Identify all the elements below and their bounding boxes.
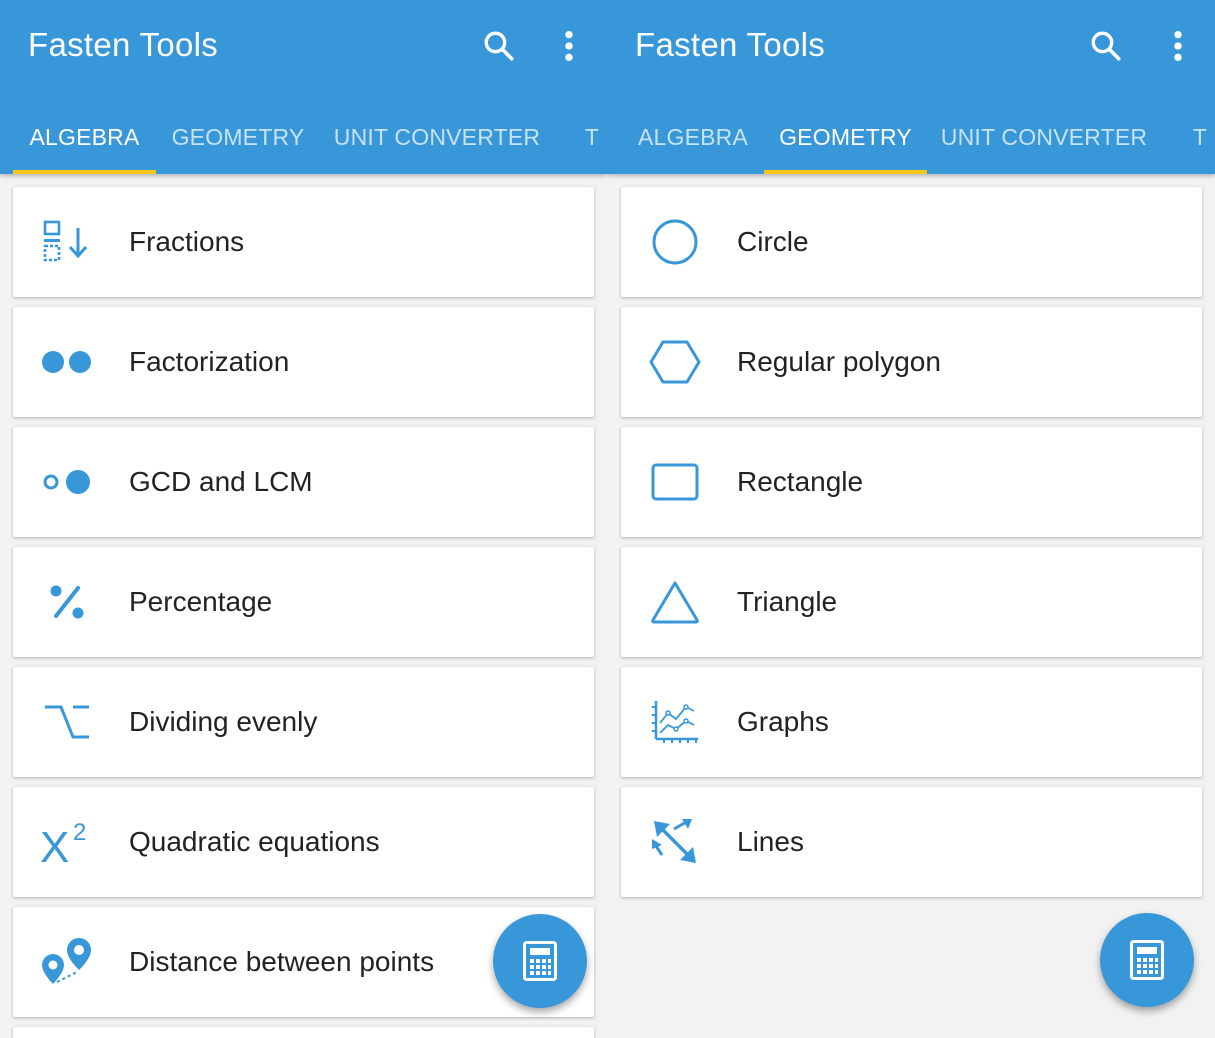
calculator-icon (523, 941, 557, 981)
tab-label: ALGEBRA (29, 123, 140, 150)
list-item-graphs[interactable]: Graphs (621, 667, 1202, 777)
dividing-icon (45, 705, 89, 739)
item-label: Graphs (737, 706, 829, 737)
triangle-icon (651, 581, 699, 624)
gcd-lcm-icon (43, 470, 90, 494)
tab-unit-converter[interactable]: UNIT CONVERTER (326, 100, 548, 174)
item-label: Dividing evenly (129, 706, 318, 737)
tab-bar: ALGEBRA GEOMETRY UNIT CONVERTER T (607, 100, 1215, 174)
tool-list: Circle Regular polygon Rectangle Triangl… (621, 187, 1202, 907)
fractions-icon (43, 220, 88, 262)
overflow-menu-button[interactable] (545, 22, 593, 70)
factorization-icon (42, 351, 91, 373)
more-vert-icon (565, 30, 573, 62)
item-label: Lines (737, 826, 804, 857)
tab-label: UNIT CONVERTER (940, 123, 1148, 150)
app-title: Fasten Tools (28, 26, 219, 63)
list-item-gcd-lcm[interactable]: GCD and LCM (13, 427, 594, 537)
search-button[interactable] (1082, 22, 1130, 70)
tab-label: GEOMETRY (171, 123, 305, 150)
item-label: GCD and LCM (129, 466, 313, 497)
list-item-fractions[interactable]: Fractions (13, 187, 594, 297)
item-label: Triangle (737, 586, 838, 617)
tab-label: GEOMETRY (779, 123, 912, 150)
app-bar: Fasten Tools ALGEBRA GEOMETRY UNIT CONVE… (607, 0, 1215, 174)
list-item-rectangle[interactable]: Rectangle (621, 427, 1202, 537)
calculator-icon (1130, 940, 1164, 980)
calculator-fab[interactable] (493, 914, 587, 1008)
list-item-dividing-evenly[interactable]: Dividing evenly (13, 667, 594, 777)
tab-unit-converter[interactable]: UNIT CONVERTER (933, 100, 1155, 174)
tab-label: T (584, 123, 600, 150)
tool-list: Fractions Factorization GCD and LCM Perc… (13, 187, 594, 1038)
screen-geometry: Fasten Tools ALGEBRA GEOMETRY UNIT CONVE… (607, 0, 1215, 1038)
list-item-circle[interactable]: Circle (621, 187, 1202, 297)
lines-arrows-icon (652, 819, 696, 863)
tab-geometry[interactable]: GEOMETRY (158, 100, 318, 174)
item-label: Fractions (129, 226, 245, 257)
map-pins-icon (42, 938, 91, 984)
search-icon (484, 31, 514, 61)
app-title: Fasten Tools (635, 26, 826, 63)
tab-algebra[interactable]: ALGEBRA (13, 100, 156, 174)
svg-text:X: X (40, 823, 69, 865)
x-squared-icon: X 2 (40, 819, 86, 865)
overflow-menu-button[interactable] (1154, 22, 1202, 70)
search-icon (1091, 31, 1121, 61)
tab-geometry[interactable]: GEOMETRY (764, 100, 927, 174)
item-label: Rectangle (737, 466, 864, 497)
list-item-factorization[interactable]: Factorization (13, 307, 594, 417)
item-label: Percentage (129, 586, 273, 617)
item-label: Factorization (129, 346, 290, 377)
list-item-regular-polygon[interactable]: Regular polygon (621, 307, 1202, 417)
tab-indicator (764, 170, 927, 174)
app-bar: Fasten Tools ALGEBRA GEOMETRY UNIT CONVE… (0, 0, 607, 174)
tab-label: T (1192, 123, 1208, 150)
item-label: Distance between points (129, 946, 435, 977)
item-label: Circle (737, 226, 809, 257)
list-item-quadratic-equations[interactable]: X 2 Quadratic equations (13, 787, 594, 897)
tab-label: UNIT CONVERTER (333, 123, 541, 150)
graph-icon (652, 701, 698, 743)
percent-icon (50, 585, 84, 619)
list-item-lines[interactable]: Lines (621, 787, 1202, 897)
circle-icon (652, 219, 698, 265)
screen-algebra: Fasten Tools ALGEBRA GEOMETRY UNIT CONVE… (0, 0, 607, 1038)
tab-partial[interactable]: T (580, 100, 604, 174)
rectangle-icon (651, 463, 699, 501)
list-item-triangle[interactable]: Triangle (621, 547, 1202, 657)
tab-indicator (13, 170, 156, 174)
search-button[interactable] (475, 22, 523, 70)
tab-partial[interactable]: T (1188, 100, 1212, 174)
svg-text:2: 2 (73, 819, 86, 846)
more-vert-icon (1174, 30, 1182, 62)
calculator-fab[interactable] (1100, 913, 1194, 1007)
tab-bar: ALGEBRA GEOMETRY UNIT CONVERTER T (0, 100, 607, 174)
list-item-percentage[interactable]: Percentage (13, 547, 594, 657)
hexagon-icon (649, 340, 701, 384)
list-item-partial[interactable] (13, 1027, 594, 1038)
item-label: Quadratic equations (129, 826, 380, 857)
item-label: Regular polygon (737, 346, 941, 377)
tab-algebra[interactable]: ALGEBRA (627, 100, 759, 174)
tab-label: ALGEBRA (637, 123, 749, 150)
